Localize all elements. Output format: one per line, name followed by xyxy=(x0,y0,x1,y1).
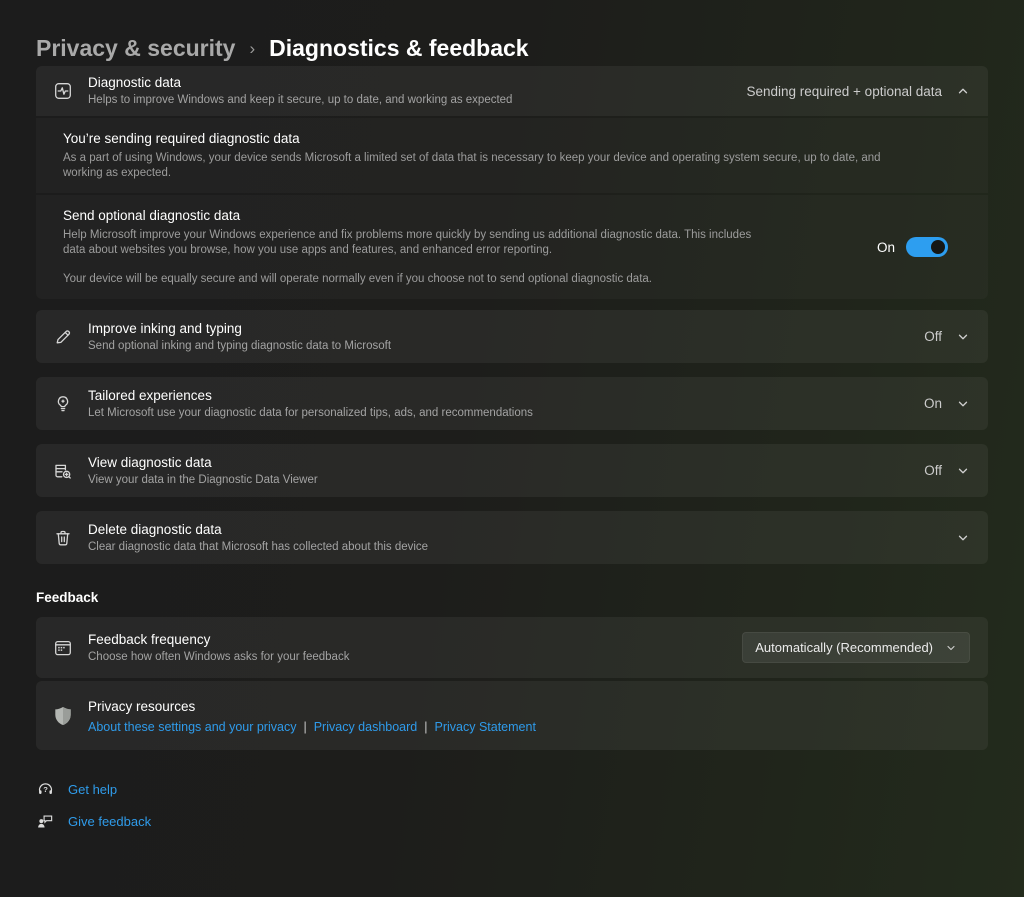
row-value: On xyxy=(924,396,942,411)
link-separator: | xyxy=(424,720,427,734)
get-help-link[interactable]: Get help xyxy=(68,782,117,797)
chevron-up-icon[interactable] xyxy=(956,84,970,98)
optional-data-toggle-label: On xyxy=(877,240,895,255)
diagnostic-data-title: Diagnostic data xyxy=(88,74,512,91)
row-value: Off xyxy=(924,329,942,344)
required-data-title: You’re sending required diagnostic data xyxy=(63,130,948,148)
diagnostic-data-expander[interactable]: Diagnostic data Helps to improve Windows… xyxy=(36,66,988,116)
toggle-knob xyxy=(931,240,945,254)
give-feedback-row[interactable]: Give feedback xyxy=(36,812,988,830)
get-help-row[interactable]: ? Get help xyxy=(36,780,988,798)
link-privacy-dashboard[interactable]: Privacy dashboard xyxy=(314,720,418,734)
shield-icon xyxy=(52,705,74,727)
optional-data-note: Your device will be equally secure and w… xyxy=(63,272,763,287)
footer-links: ? Get help Give feedback xyxy=(36,780,988,830)
diagnostic-data-value: Sending required + optional data xyxy=(746,84,942,99)
row-subtitle: View your data in the Diagnostic Data Vi… xyxy=(88,473,318,488)
privacy-resources-card: Privacy resources About these settings a… xyxy=(36,681,988,750)
page-title: Diagnostics & feedback xyxy=(269,35,528,62)
optional-data-toggle[interactable] xyxy=(906,237,948,257)
delete-diagnostic-data-row[interactable]: Delete diagnostic data Clear diagnostic … xyxy=(36,511,988,564)
link-about-settings[interactable]: About these settings and your privacy xyxy=(88,720,296,734)
row-value: Off xyxy=(924,463,942,478)
optional-data-title: Send optional diagnostic data xyxy=(63,207,877,225)
feedback-section-heading: Feedback xyxy=(36,590,988,605)
pen-icon xyxy=(52,326,74,348)
row-title: Improve inking and typing xyxy=(88,320,391,337)
row-title: Delete diagnostic data xyxy=(88,521,428,538)
view-diagnostic-data-row[interactable]: View diagnostic data View your data in t… xyxy=(36,444,988,497)
breadcrumb-separator-icon: › xyxy=(249,37,255,59)
chevron-down-icon[interactable] xyxy=(956,397,970,411)
settings-page: Privacy & security › Diagnostics & feedb… xyxy=(0,0,1024,897)
row-subtitle: Clear diagnostic data that Microsoft has… xyxy=(88,540,428,555)
tailored-experiences-row[interactable]: Tailored experiences Let Microsoft use y… xyxy=(36,377,988,430)
diagnostic-data-icon xyxy=(52,80,74,102)
lightbulb-icon xyxy=(52,393,74,415)
chevron-down-icon[interactable] xyxy=(956,464,970,478)
get-help-icon: ? xyxy=(36,780,54,798)
breadcrumb-parent[interactable]: Privacy & security xyxy=(36,35,235,62)
row-title: View diagnostic data xyxy=(88,454,318,471)
chevron-down-icon xyxy=(945,642,957,654)
dropdown-selected-value: Automatically (Recommended) xyxy=(755,640,933,655)
feedback-frequency-title: Feedback frequency xyxy=(88,631,349,648)
row-subtitle: Let Microsoft use your diagnostic data f… xyxy=(88,406,533,421)
breadcrumb: Privacy & security › Diagnostics & feedb… xyxy=(36,0,988,66)
row-title: Tailored experiences xyxy=(88,387,533,404)
link-separator: | xyxy=(303,720,306,734)
give-feedback-link[interactable]: Give feedback xyxy=(68,814,151,829)
improve-inking-typing-row[interactable]: Improve inking and typing Send optional … xyxy=(36,310,988,363)
trash-icon xyxy=(52,527,74,549)
optional-data-desc: Help Microsoft improve your Windows expe… xyxy=(63,228,763,258)
optional-diagnostic-data-section: Send optional diagnostic data Help Micro… xyxy=(36,195,988,299)
feedback-frequency-icon xyxy=(52,637,74,659)
link-privacy-statement[interactable]: Privacy Statement xyxy=(435,720,536,734)
chevron-down-icon[interactable] xyxy=(956,531,970,545)
give-feedback-icon xyxy=(36,812,54,830)
required-diagnostic-data-section: You’re sending required diagnostic data … xyxy=(36,118,988,193)
feedback-frequency-row: Feedback frequency Choose how often Wind… xyxy=(36,617,988,678)
chevron-down-icon[interactable] xyxy=(956,330,970,344)
feedback-frequency-subtitle: Choose how often Windows asks for your f… xyxy=(88,650,349,665)
row-subtitle: Send optional inking and typing diagnost… xyxy=(88,339,391,354)
feedback-frequency-dropdown[interactable]: Automatically (Recommended) xyxy=(742,632,970,663)
privacy-resources-title: Privacy resources xyxy=(88,698,536,715)
svg-text:?: ? xyxy=(43,784,48,793)
required-data-desc: As a part of using Windows, your device … xyxy=(63,151,923,181)
diagnostic-data-subtitle: Helps to improve Windows and keep it sec… xyxy=(88,93,512,108)
data-viewer-icon xyxy=(52,460,74,482)
